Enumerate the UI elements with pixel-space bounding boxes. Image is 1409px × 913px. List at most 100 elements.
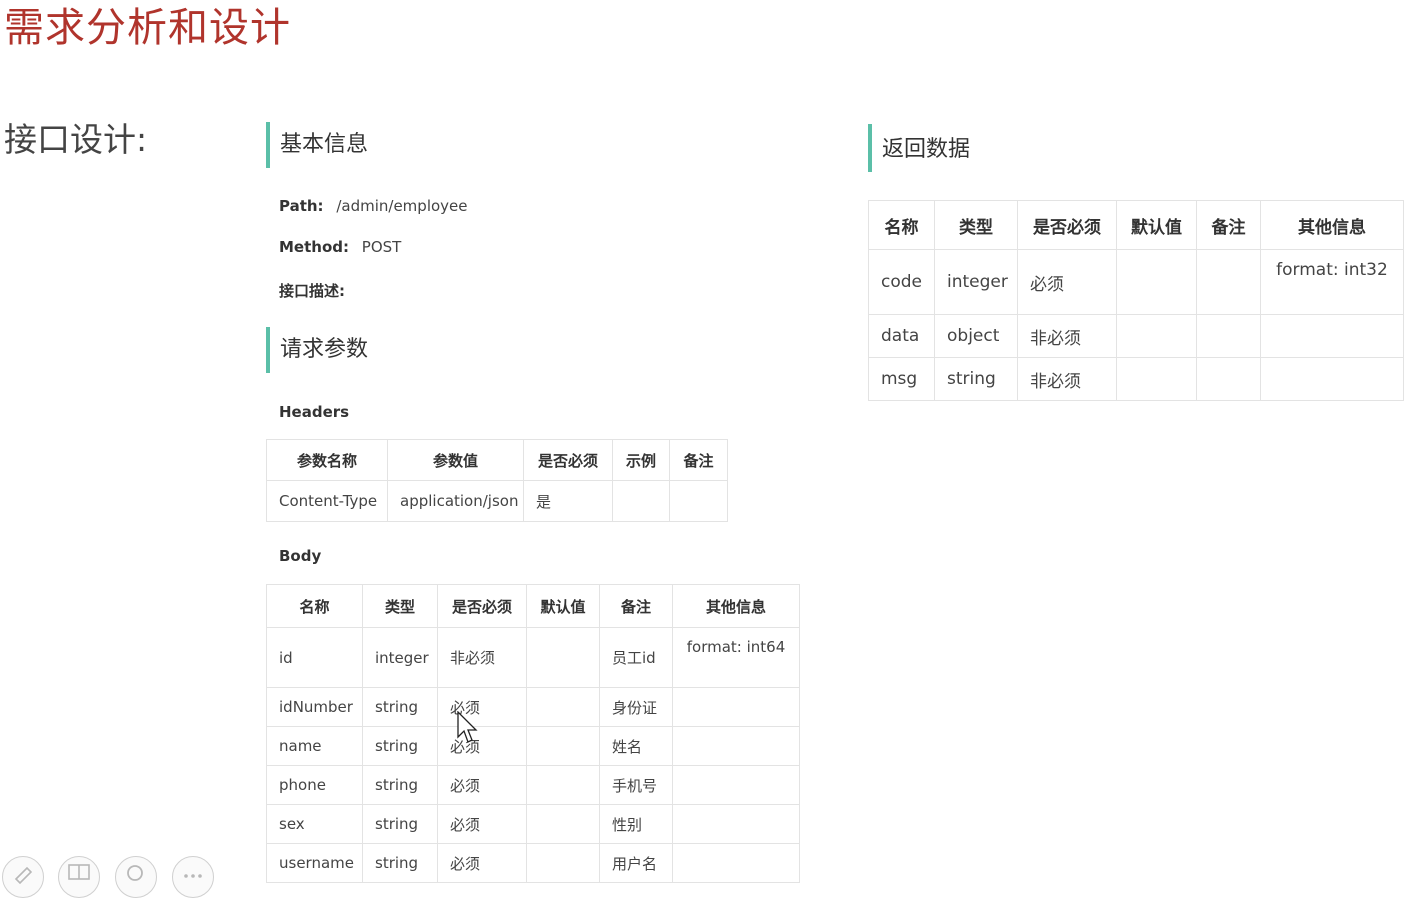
table-row: phone string 必须 手机号 (266, 765, 800, 805)
path-label: Path: (279, 197, 324, 215)
table-cell: 是 (523, 480, 613, 522)
table-cell: format: int32 (1260, 249, 1404, 315)
table-cell: 必须 (437, 843, 527, 883)
table-cell: id (266, 627, 363, 688)
headers-table: 参数名称 参数值 是否必须 示例 备注 Content-Type applica… (266, 439, 728, 522)
table-cell: username (266, 843, 363, 883)
column-header: 示例 (612, 439, 670, 481)
zoom-icon[interactable] (115, 856, 157, 898)
table-cell (672, 765, 800, 805)
table-cell: application/json (387, 480, 524, 522)
interface-design-heading: 接口设计: (4, 120, 148, 159)
table-row: idNumber string 必须 身份证 (266, 687, 800, 727)
column-header: 默认值 (526, 584, 600, 628)
table-header-row: 名称 类型 是否必须 默认值 备注 其他信息 (868, 200, 1404, 250)
table-cell: Content-Type (266, 480, 388, 522)
table-row: msg string 非必须 (868, 357, 1404, 401)
table-cell (672, 843, 800, 883)
table-cell: 必须 (1017, 249, 1117, 315)
table-row: code integer 必须 format: int32 (868, 249, 1404, 315)
headers-label: Headers (279, 403, 350, 421)
table-cell: phone (266, 765, 363, 805)
description-label: 接口描述: (279, 282, 345, 300)
table-cell (672, 726, 800, 766)
more-icon[interactable] (172, 856, 214, 898)
column-header: 备注 (599, 584, 673, 628)
table-cell (669, 480, 728, 522)
method-value: POST (361, 238, 402, 256)
table-cell (672, 804, 800, 844)
basic-info-heading: 基本信息 (266, 122, 368, 168)
table-row: data object 非必须 (868, 314, 1404, 358)
table-cell (1116, 314, 1197, 358)
table-cell (612, 480, 670, 522)
table-cell: object (934, 314, 1018, 358)
table-cell: 必须 (437, 804, 527, 844)
table-row: name string 必须 姓名 (266, 726, 800, 766)
layout-icon[interactable] (58, 856, 100, 898)
table-cell: 非必须 (1017, 314, 1117, 358)
table-cell: 员工id (599, 627, 673, 688)
table-row: Content-Type application/json 是 (266, 480, 728, 522)
table-cell: code (868, 249, 935, 315)
path-line: Path: /admin/employee (279, 197, 468, 215)
table-cell: 身份证 (599, 687, 673, 727)
column-header: 是否必须 (1017, 200, 1117, 250)
column-header: 备注 (1196, 200, 1261, 250)
table-cell: name (266, 726, 363, 766)
table-cell: 非必须 (437, 627, 527, 688)
mouse-cursor-icon (457, 711, 478, 743)
table-cell: 非必须 (1017, 357, 1117, 401)
table-cell: integer (362, 627, 438, 688)
table-cell (1260, 314, 1404, 358)
column-header: 类型 (362, 584, 438, 628)
method-label: Method: (279, 238, 349, 256)
table-cell (672, 687, 800, 727)
table-cell: string (362, 765, 438, 805)
table-row: username string 必须 用户名 (266, 843, 800, 883)
column-header: 默认值 (1116, 200, 1197, 250)
table-cell (526, 765, 600, 805)
table-cell (526, 843, 600, 883)
column-header: 是否必须 (523, 439, 613, 481)
table-cell: string (362, 804, 438, 844)
table-header-row: 名称 类型 是否必须 默认值 备注 其他信息 (266, 584, 800, 628)
table-cell: 手机号 (599, 765, 673, 805)
table-row: id integer 非必须 员工id format: int64 (266, 627, 800, 688)
method-line: Method: POST (279, 238, 401, 256)
table-cell: data (868, 314, 935, 358)
pen-icon[interactable] (2, 856, 44, 898)
column-header: 其他信息 (1260, 200, 1404, 250)
table-cell: string (934, 357, 1018, 401)
table-cell (1196, 314, 1261, 358)
table-cell: 必须 (437, 765, 527, 805)
table-cell: 必须 (437, 726, 527, 766)
table-cell (526, 627, 600, 688)
table-cell: 用户名 (599, 843, 673, 883)
page-title: 需求分析和设计 (4, 5, 291, 51)
column-header: 是否必须 (437, 584, 527, 628)
path-value: /admin/employee (336, 197, 468, 215)
table-cell: string (362, 843, 438, 883)
column-header: 备注 (669, 439, 728, 481)
table-cell (1196, 249, 1261, 315)
table-row: sex string 必须 性别 (266, 804, 800, 844)
column-header: 名称 (266, 584, 363, 628)
column-header: 其他信息 (672, 584, 800, 628)
table-cell (1116, 249, 1197, 315)
table-cell (1116, 357, 1197, 401)
description-line: 接口描述: (279, 280, 345, 301)
response-data-heading: 返回数据 (868, 124, 970, 172)
body-label: Body (279, 547, 322, 565)
table-cell (526, 726, 600, 766)
table-cell (526, 804, 600, 844)
column-header: 参数名称 (266, 439, 388, 481)
table-cell: sex (266, 804, 363, 844)
column-header: 类型 (934, 200, 1018, 250)
table-cell: string (362, 726, 438, 766)
table-cell: 性别 (599, 804, 673, 844)
column-header: 名称 (868, 200, 935, 250)
column-header: 参数值 (387, 439, 524, 481)
table-cell: 姓名 (599, 726, 673, 766)
table-cell: string (362, 687, 438, 727)
